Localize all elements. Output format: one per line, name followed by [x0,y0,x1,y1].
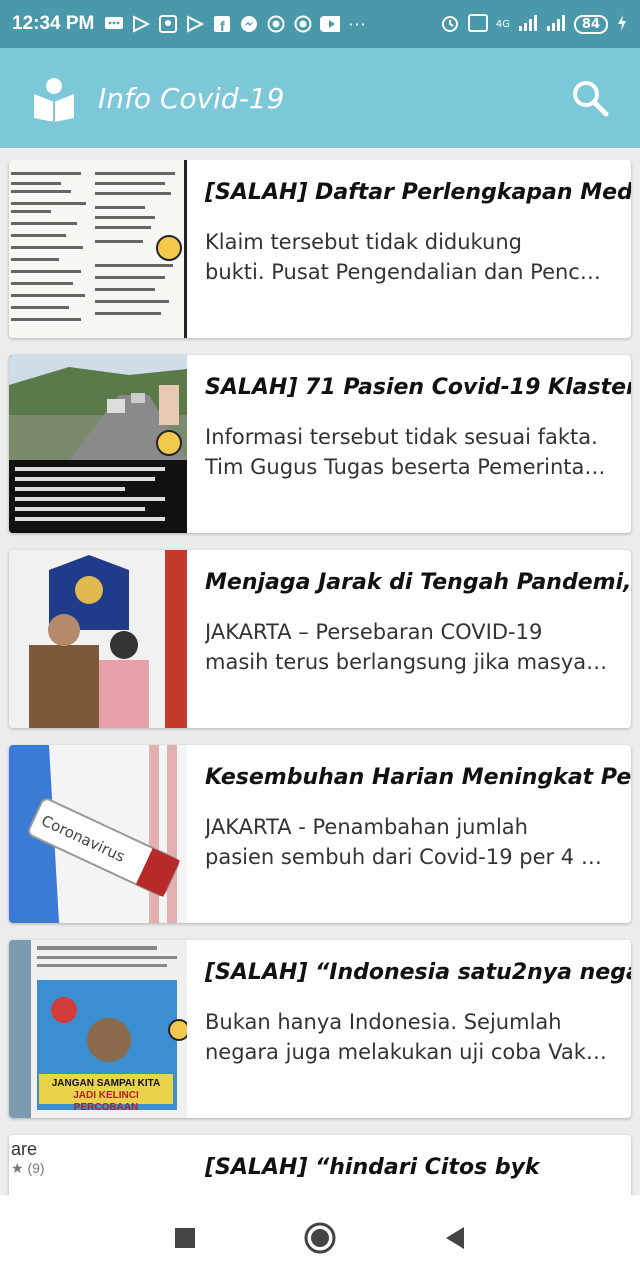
road-photo-thumbnail [9,355,187,533]
thumb-rating: ★ (9) [11,1160,45,1176]
status-time: 12:34 PM [12,13,95,34]
back-icon[interactable] [444,1226,466,1250]
volte-icon [467,13,488,36]
article-description: Klaim tersebut tidak didukung bukti. Pus… [205,230,601,284]
article-title: [SALAH] “hindari Citos byk [205,1155,540,1180]
article-card[interactable]: JANGAN SAMPAI KITA JADI KELINCI PERCOBAA… [9,940,631,1118]
partial-thumbnail: are ★ (9) [9,1135,187,1195]
signal-icon [546,14,566,35]
battery-indicator: 84 [573,14,608,34]
charging-icon [616,14,628,35]
thumb-caption: are [11,1139,38,1159]
status-bar: 12:34 PM f ··· 4G 84 [0,0,640,48]
play-store-icon [185,14,205,34]
article-title: [SALAH] Daftar Perlengkapan Medis di [205,180,631,205]
thumb-caption: JANGAN SAMPAI KITA JADI KELINCI PERCOBAA… [51,1078,161,1113]
article-description: Bukan hanya Indonesia. Sejumlah negara j… [205,1010,607,1064]
search-icon[interactable] [570,78,610,118]
article-list[interactable]: [SALAH] Daftar Perlengkapan Medis di Kla… [0,160,640,1195]
article-title: Kesembuhan Harian Meningkat Pesat [205,765,631,790]
alarm-icon [440,13,460,36]
messenger-icon [239,14,259,34]
recents-icon[interactable] [174,1227,196,1249]
message-icon [104,14,124,34]
more-icon: ··· [348,14,367,34]
article-title: Menjaga Jarak di Tengah Pandemi, [205,570,631,595]
facebook-icon: f [212,14,232,34]
article-card[interactable]: are ★ (9) [SALAH] “hindari Citos byk [9,1135,631,1195]
app-bar: Info Covid-19 [0,48,640,148]
play-store-icon [131,14,151,34]
social-post-thumbnail: JANGAN SAMPAI KITA JADI KELINCI PERCOBAA… [9,940,187,1118]
svg-text:f: f [220,18,225,33]
circle-icon [293,14,313,34]
article-description: Informasi tersebut tidak sesuai fakta. T… [205,425,606,479]
article-card[interactable]: Menjaga Jarak di Tengah Pandemi, JAKARTA… [9,550,631,728]
network-type-label: 4G [495,18,510,30]
document-thumbnail [9,160,187,338]
article-card[interactable]: SALAH] 71 Pasien Covid-19 Klaster Inform… [9,355,631,533]
circle-icon [266,14,286,34]
youtube-icon [320,14,341,34]
article-title: [SALAH] “Indonesia satu2nya negara [205,960,631,985]
article-card[interactable]: [SALAH] Daftar Perlengkapan Medis di Kla… [9,160,631,338]
article-description: JAKARTA – Persebaran COVID-19 masih teru… [205,620,608,674]
home-icon[interactable] [304,1222,336,1254]
signal-icon [518,14,538,35]
article-card[interactable]: Coronavirus Kesembuhan Harian Meningkat … [9,745,631,923]
notification-icons: f ··· [104,14,367,34]
book-logo-icon [34,78,74,122]
article-description: JAKARTA - Penambahan jumlah pasien sembu… [205,815,602,869]
app-title: Info Covid-19 [98,81,285,115]
coronavirus-tube-thumbnail: Coronavirus [9,745,187,923]
article-title: SALAH] 71 Pasien Covid-19 Klaster [205,375,631,400]
system-navigation-bar [0,1195,640,1280]
app-icon [158,14,178,34]
press-photo-thumbnail [9,550,187,728]
